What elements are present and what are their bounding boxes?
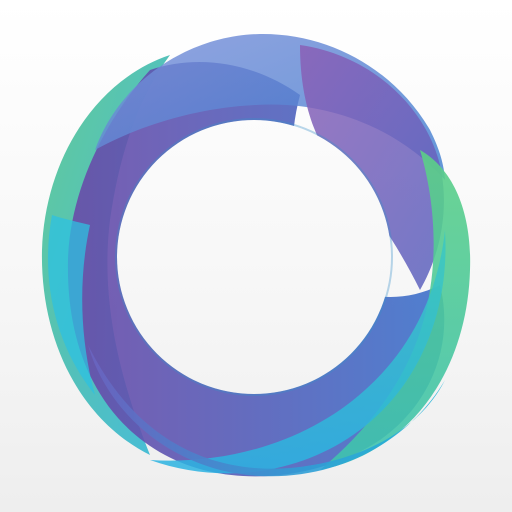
ring-blob-purple-right — [300, 45, 444, 290]
app-icon — [0, 0, 512, 512]
ring-logo-icon — [41, 33, 471, 477]
